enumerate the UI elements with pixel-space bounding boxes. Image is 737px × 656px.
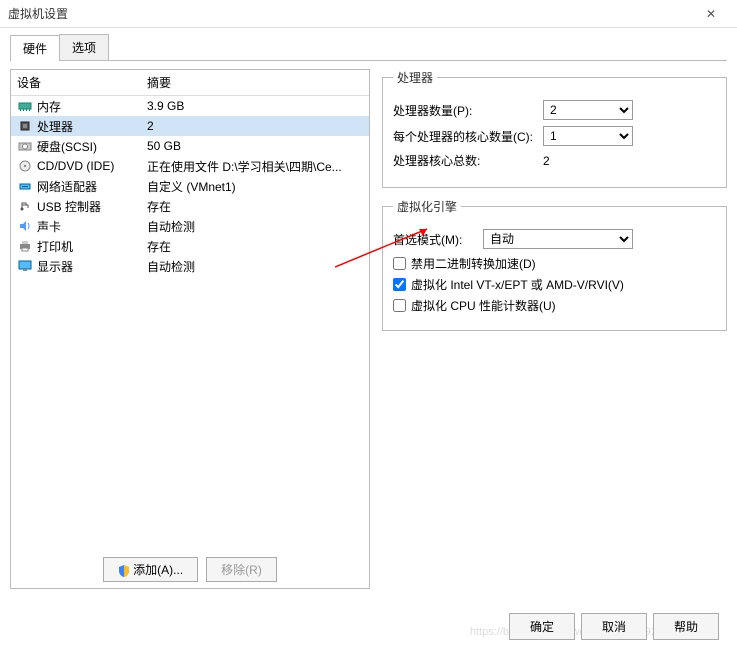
device-summary: 3.9 GB (147, 99, 363, 113)
vmode-label: 首选模式(M): (393, 231, 483, 248)
device-row[interactable]: 处理器2 (11, 116, 369, 136)
device-row[interactable]: 网络适配器自定义 (VMnet1) (11, 176, 369, 196)
col-summary: 摘要 (147, 74, 171, 91)
processor-group: 处理器 处理器数量(P): 2 每个处理器的核心数量(C): 1 处理器核心总数… (382, 69, 727, 188)
title-bar: 虚拟机设置 ✕ (0, 0, 737, 28)
device-summary: 2 (147, 119, 363, 133)
device-row[interactable]: 打印机存在 (11, 236, 369, 256)
cpu-total-value: 2 (543, 154, 716, 168)
cb-vtx-ept[interactable] (393, 278, 406, 291)
cb-perf-counter-label[interactable]: 虚拟化 CPU 性能计数器(U) (411, 297, 556, 314)
help-button[interactable]: 帮助 (653, 613, 719, 640)
device-summary: 存在 (147, 238, 363, 255)
device-row[interactable]: 硬盘(SCSI)50 GB (11, 136, 369, 156)
device-row[interactable]: CD/DVD (IDE)正在使用文件 D:\学习相关\四期\Ce... (11, 156, 369, 176)
cpu-total-label: 处理器核心总数: (393, 152, 543, 169)
device-name: 声卡 (37, 218, 147, 235)
printer-icon (17, 239, 33, 253)
cpu-count-select[interactable]: 2 (543, 100, 633, 120)
shield-icon (118, 565, 130, 577)
add-button-label: 添加(A)... (133, 563, 183, 577)
device-list: 内存3.9 GB处理器2硬盘(SCSI)50 GBCD/DVD (IDE)正在使… (11, 96, 369, 551)
remove-button: 移除(R) (206, 557, 277, 582)
device-name: 网络适配器 (37, 178, 147, 195)
device-row[interactable]: USB 控制器存在 (11, 196, 369, 216)
cb-disable-binary[interactable] (393, 257, 406, 270)
vmode-select[interactable]: 自动 (483, 229, 633, 249)
device-panel: 设备 摘要 内存3.9 GB处理器2硬盘(SCSI)50 GBCD/DVD (I… (10, 69, 370, 589)
device-name: 内存 (37, 98, 147, 115)
tab-bar: 硬件 选项 (10, 34, 727, 61)
add-button[interactable]: 添加(A)... (103, 557, 198, 582)
memory-icon (17, 99, 33, 113)
device-summary: 存在 (147, 198, 363, 215)
virtualization-group: 虚拟化引擎 首选模式(M): 自动 禁用二进制转换加速(D) 虚拟化 Intel… (382, 198, 727, 331)
device-row[interactable]: 声卡自动检测 (11, 216, 369, 236)
cpu-cores-select[interactable]: 1 (543, 126, 633, 146)
col-device: 设备 (17, 74, 147, 91)
device-table-header: 设备 摘要 (11, 70, 369, 96)
cancel-button[interactable]: 取消 (581, 613, 647, 640)
device-row[interactable]: 内存3.9 GB (11, 96, 369, 116)
window-title: 虚拟机设置 (8, 5, 693, 22)
device-name: 硬盘(SCSI) (37, 138, 147, 155)
usb-icon (17, 199, 33, 213)
device-summary: 自动检测 (147, 218, 363, 235)
cd-icon (17, 159, 33, 173)
cb-disable-binary-label[interactable]: 禁用二进制转换加速(D) (411, 255, 536, 272)
cb-perf-counter[interactable] (393, 299, 406, 312)
device-name: 显示器 (37, 258, 147, 275)
close-icon[interactable]: ✕ (693, 7, 729, 21)
cpu-icon (17, 119, 33, 133)
device-row[interactable]: 显示器自动检测 (11, 256, 369, 276)
cb-vtx-ept-label[interactable]: 虚拟化 Intel VT-x/EPT 或 AMD-V/RVI(V) (411, 276, 624, 293)
sound-icon (17, 219, 33, 233)
virtualization-legend: 虚拟化引擎 (393, 198, 461, 215)
disk-icon (17, 139, 33, 153)
device-summary: 正在使用文件 D:\学习相关\四期\Ce... (147, 158, 363, 175)
display-icon (17, 259, 33, 273)
device-name: CD/DVD (IDE) (37, 159, 147, 173)
net-icon (17, 179, 33, 193)
ok-button[interactable]: 确定 (509, 613, 575, 640)
device-summary: 自定义 (VMnet1) (147, 178, 363, 195)
processor-legend: 处理器 (393, 69, 437, 86)
device-summary: 自动检测 (147, 258, 363, 275)
cpu-count-label: 处理器数量(P): (393, 102, 543, 119)
tab-hardware[interactable]: 硬件 (10, 35, 60, 61)
device-summary: 50 GB (147, 139, 363, 153)
device-name: 处理器 (37, 118, 147, 135)
cpu-cores-label: 每个处理器的核心数量(C): (393, 128, 543, 145)
device-name: USB 控制器 (37, 198, 147, 215)
tab-options[interactable]: 选项 (59, 34, 109, 60)
device-name: 打印机 (37, 238, 147, 255)
